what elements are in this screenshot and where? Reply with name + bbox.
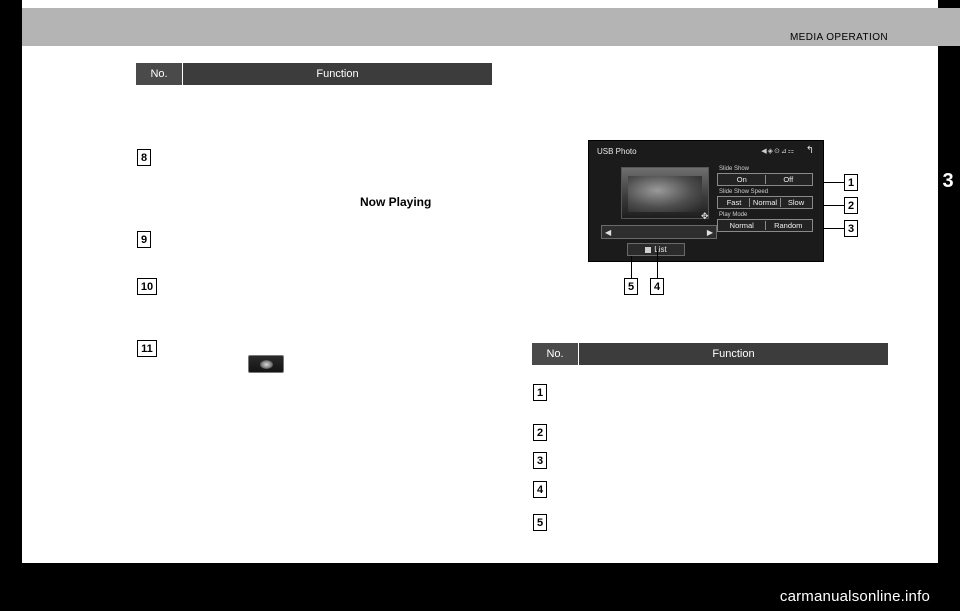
play-mode-random-button[interactable]: Random	[766, 221, 812, 230]
next-icon[interactable]: ▶	[707, 228, 713, 237]
callout-marker-1: 1	[844, 174, 858, 191]
right-table-no-header: No.	[532, 343, 579, 365]
right-marker-2: 2	[533, 424, 547, 441]
disc-icon	[260, 360, 273, 369]
status-icons: ◀◈⊙⊿⚏	[761, 148, 795, 155]
slide-show-speed-label: Slide Show Speed	[719, 189, 769, 195]
usb-photo-screen: USB Photo ◀◈⊙⊿⚏ ↰ ✥ ◀ ▶ List Slide Show …	[588, 140, 824, 262]
left-table-no-header: No.	[136, 63, 183, 85]
callout-marker-2: 2	[844, 197, 858, 214]
play-mode-buttons: Normal Random	[719, 221, 811, 230]
now-playing-label: Now Playing	[360, 195, 432, 209]
play-mode-group: Play Mode Normal Random	[717, 212, 813, 232]
album-art-thumbnail	[248, 355, 284, 373]
right-marker-1: 1	[533, 384, 547, 401]
left-table-header: No. Function	[136, 63, 492, 85]
slide-show-buttons: On Off	[719, 175, 811, 184]
callout-line-3	[824, 228, 844, 229]
marker-11: 11	[137, 340, 157, 357]
marker-8: 8	[137, 149, 151, 166]
callout-line-2	[824, 205, 844, 206]
right-table-header: No. Function	[532, 343, 888, 365]
callout-line-4	[657, 250, 658, 278]
slide-show-group: Slide Show On Off	[717, 166, 813, 186]
slide-show-off-button[interactable]: Off	[766, 175, 812, 184]
slide-show-speed-group: Slide Show Speed Fast Normal Slow	[717, 189, 813, 209]
previous-icon[interactable]: ◀	[605, 228, 611, 237]
right-edge-bar	[938, 0, 960, 611]
right-marker-4: 4	[533, 481, 547, 498]
right-marker-3: 3	[533, 452, 547, 469]
marker-9: 9	[137, 231, 151, 248]
right-marker-5: 5	[533, 514, 547, 531]
list-button[interactable]: List	[627, 243, 685, 256]
screen-title: USB Photo	[597, 147, 637, 156]
left-table-function-header: Function	[183, 63, 492, 85]
speed-fast-button[interactable]: Fast	[719, 198, 750, 207]
callout-marker-3: 3	[844, 220, 858, 237]
photo-preview	[621, 167, 709, 219]
speed-slow-button[interactable]: Slow	[781, 198, 811, 207]
slide-show-speed-buttons: Fast Normal Slow	[719, 198, 811, 207]
marker-10: 10	[137, 278, 157, 295]
left-edge-bar	[0, 0, 22, 611]
callout-marker-4: 4	[650, 278, 664, 295]
speed-normal-button[interactable]: Normal	[750, 198, 781, 207]
chapter-number: 3	[942, 170, 954, 192]
slide-show-label: Slide Show	[719, 166, 750, 172]
back-icon[interactable]: ↰	[803, 145, 817, 157]
photo-image	[628, 176, 702, 212]
right-table-function-header: Function	[579, 343, 888, 365]
manual-page: MEDIA OPERATION 3 No. Function 8 9 10 11…	[0, 0, 960, 611]
play-mode-label: Play Mode	[719, 212, 748, 218]
page-title: MEDIA OPERATION	[789, 32, 888, 43]
play-mode-normal-button[interactable]: Normal	[719, 221, 766, 230]
callout-line-1	[824, 182, 844, 183]
pointer-icon: ✥	[701, 211, 709, 221]
list-icon	[645, 246, 652, 253]
callout-marker-5: 5	[624, 278, 638, 295]
watermark: carmanualsonline.info	[779, 588, 930, 605]
callout-line-5	[631, 256, 632, 278]
photo-nav-bar[interactable]: ◀ ▶	[601, 225, 717, 239]
slide-show-on-button[interactable]: On	[719, 175, 766, 184]
